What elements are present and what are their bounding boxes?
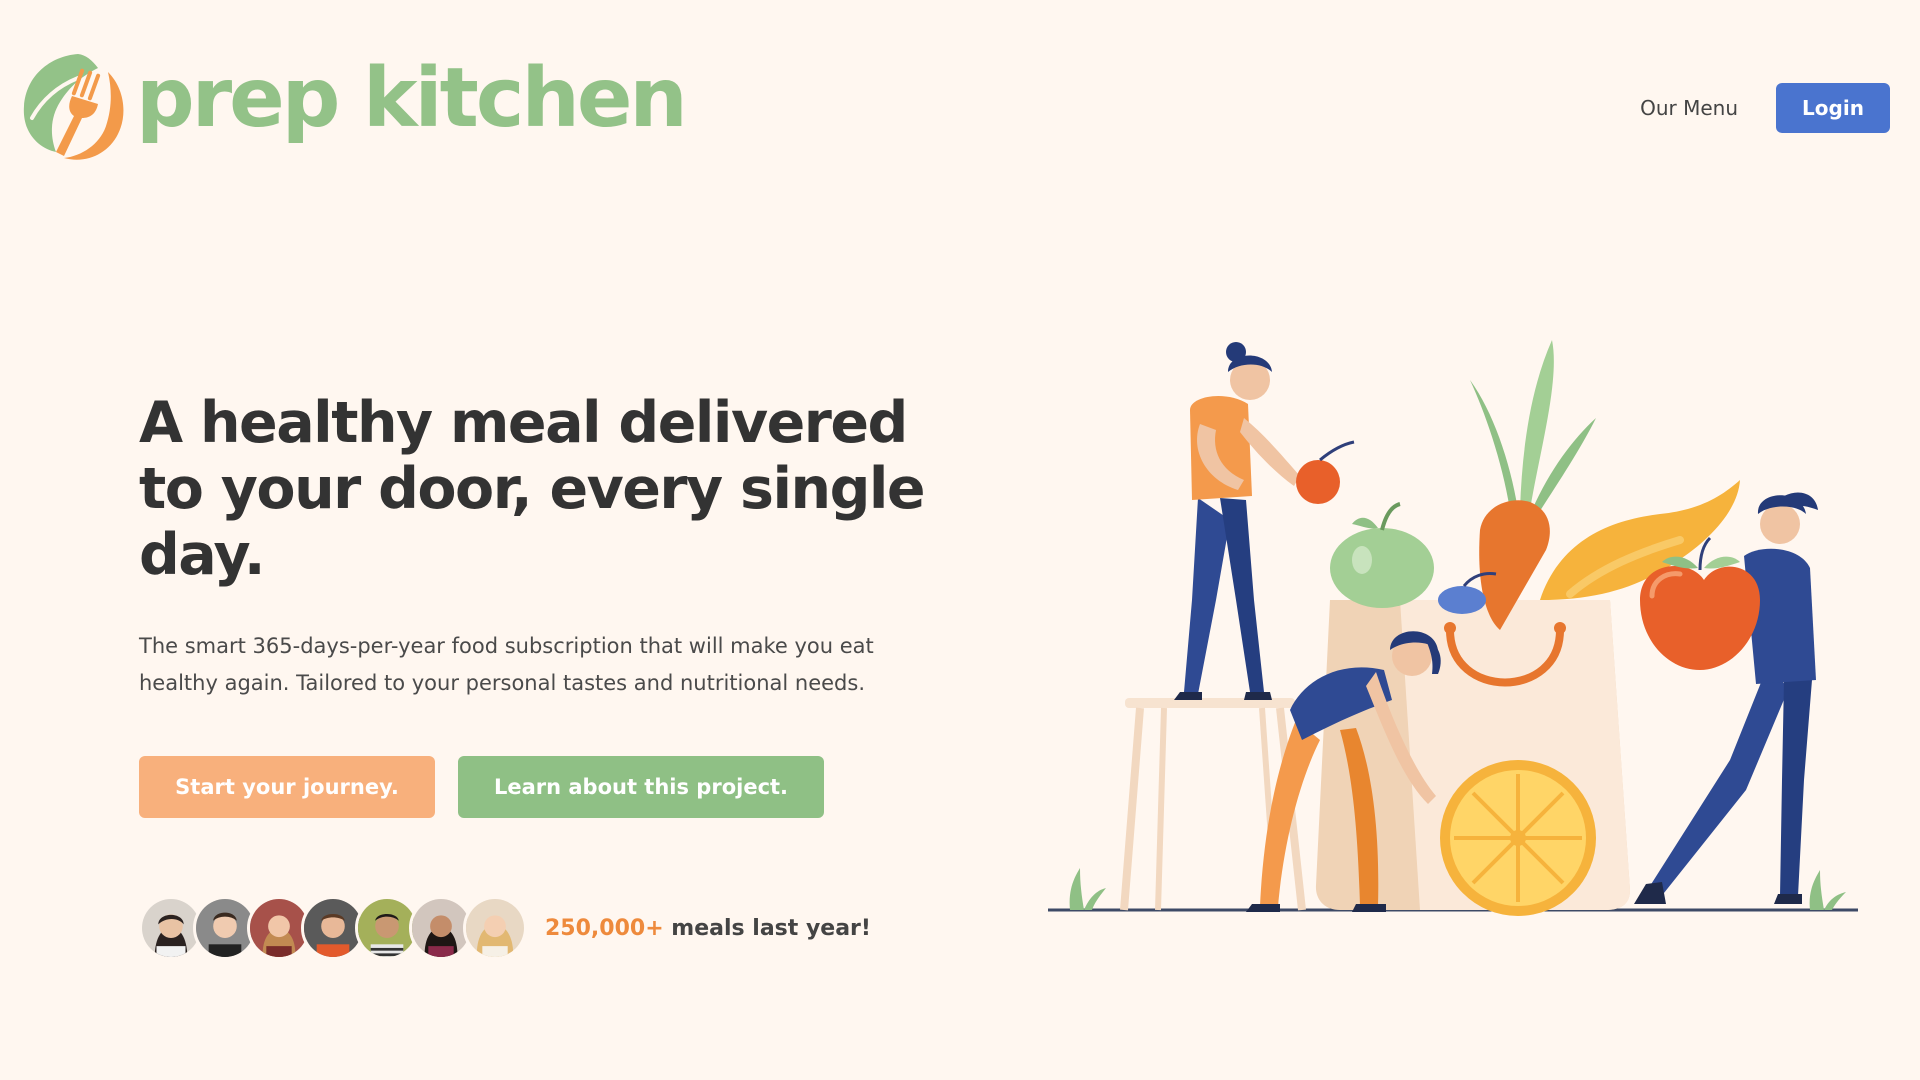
start-journey-button[interactable]: Start your journey. bbox=[139, 756, 435, 818]
hero-title: A healthy meal delivered to your door, e… bbox=[139, 390, 926, 588]
meals-count-number: 250,000+ bbox=[545, 915, 664, 941]
customer-avatars bbox=[139, 896, 527, 960]
brand-logo[interactable]: prep kitchen bbox=[20, 48, 688, 164]
site-header: prep kitchen Our Menu Login bbox=[0, 0, 1920, 215]
hero-section: A healthy meal delivered to your door, e… bbox=[139, 390, 939, 960]
hero-subtitle: The smart 365-days-per-year food subscri… bbox=[139, 634, 874, 695]
grocery-shopping-illustration-icon bbox=[1048, 340, 1858, 916]
social-proof: 250,000+ meals last year! bbox=[139, 896, 939, 960]
login-button[interactable]: Login bbox=[1776, 83, 1890, 133]
brand-wordmark: prep kitchen bbox=[136, 51, 688, 146]
leaf-fork-logo-icon bbox=[23, 54, 124, 160]
meals-count-label: meals last year! bbox=[663, 915, 871, 941]
nav-our-menu-link[interactable]: Our Menu bbox=[1640, 96, 1738, 120]
learn-project-button[interactable]: Learn about this project. bbox=[458, 756, 824, 818]
cta-row: Start your journey. Learn about this pro… bbox=[139, 756, 939, 818]
customer-avatar-7-icon bbox=[463, 896, 527, 960]
main-nav: Our Menu Login bbox=[1640, 83, 1890, 133]
meals-count-text: 250,000+ meals last year! bbox=[545, 916, 871, 941]
hero-illustration bbox=[1040, 300, 1880, 920]
